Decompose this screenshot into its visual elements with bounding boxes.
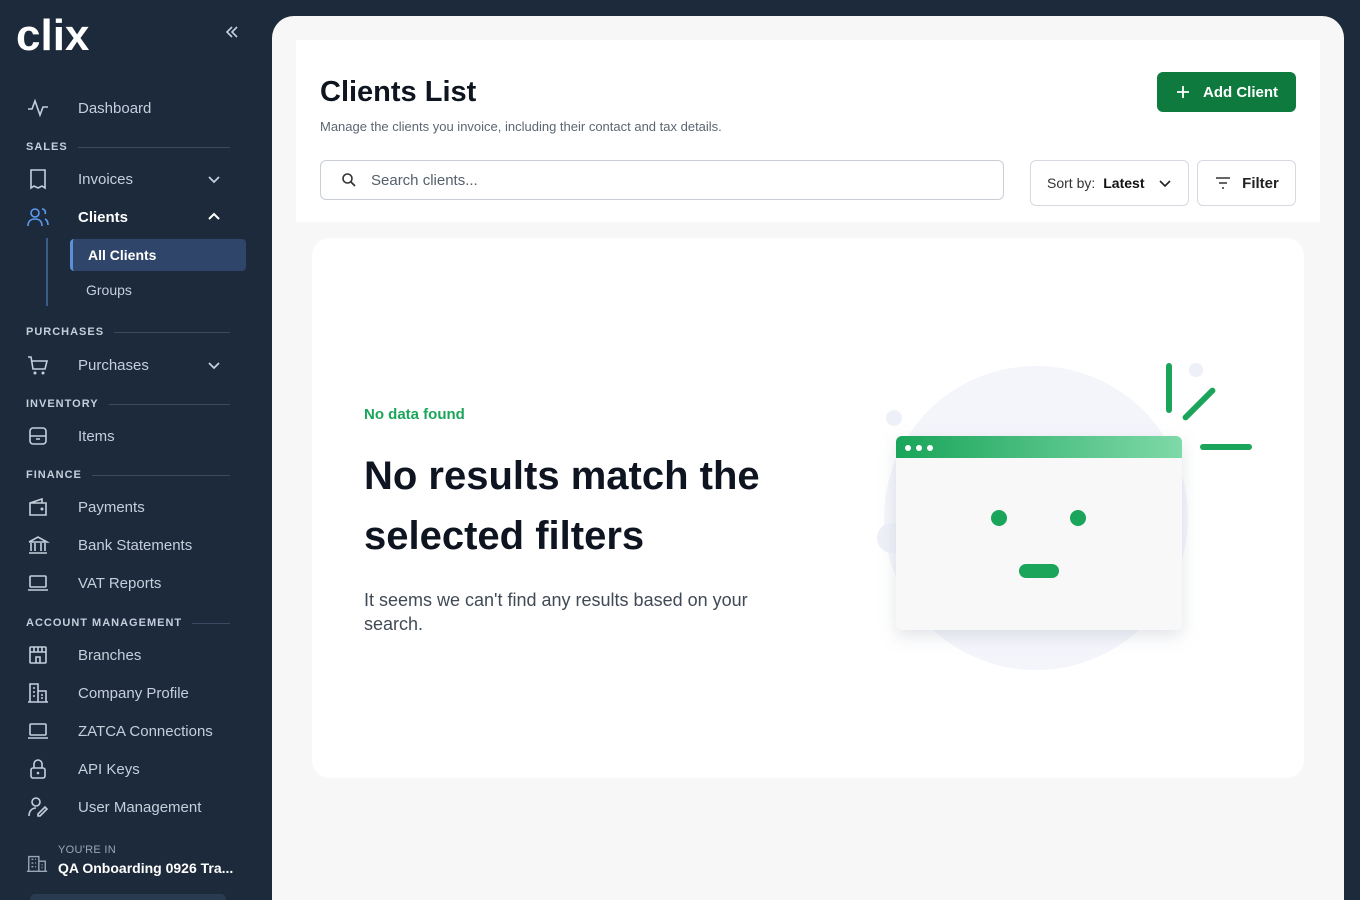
sidebar-item-label: Dashboard <box>78 99 152 117</box>
empty-state: No data found No results match the selec… <box>312 238 1304 778</box>
sidebar-item-branches[interactable]: Branches <box>26 639 234 671</box>
cart-icon <box>26 349 58 381</box>
sidebar-item-label: Bank Statements <box>78 536 193 554</box>
sort-dropdown[interactable]: Sort by: Latest <box>1030 160 1189 206</box>
add-client-button[interactable]: Add Client <box>1157 72 1296 112</box>
sidebar-item-label: Purchases <box>78 356 149 374</box>
sidebar-item-invoices[interactable]: Invoices <box>26 163 234 195</box>
clix-logo: clix <box>16 12 90 54</box>
sidebar-item-label: ZATCA Connections <box>78 722 213 740</box>
sidebar: clix Dashboard SALES Invoices Clients Al… <box>0 0 272 900</box>
section-account-management: ACCOUNT MANAGEMENT <box>26 616 230 630</box>
sidebar-item-clients[interactable]: Clients <box>26 201 234 233</box>
empty-state-description: It seems we can't find any results based… <box>364 590 748 634</box>
sidebar-item-label: Company Profile <box>78 684 189 702</box>
org-action-bar[interactable] <box>30 894 226 900</box>
sidebar-item-payments[interactable]: Payments <box>26 491 234 523</box>
add-client-label: Add Client <box>1203 83 1278 101</box>
sidebar-item-label: Clients <box>78 208 129 226</box>
section-sales: SALES <box>26 140 230 154</box>
box-icon <box>26 420 58 452</box>
submenu-rail <box>46 238 48 306</box>
chevron-up-icon <box>208 212 220 220</box>
chevron-down-icon <box>1159 180 1172 188</box>
empty-state-heading: No results match the selected filters <box>364 454 760 558</box>
empty-state-tag: No data found <box>364 406 465 423</box>
filter-label: Filter <box>1242 174 1279 192</box>
plus-icon <box>1177 86 1189 98</box>
sidebar-subitem-groups[interactable]: Groups <box>70 274 246 306</box>
sidebar-item-label: Payments <box>78 498 145 516</box>
section-inventory: INVENTORY <box>26 397 230 411</box>
page-title: Clients List <box>320 76 477 108</box>
filter-button[interactable]: Filter <box>1197 160 1296 206</box>
building-icon <box>26 855 48 872</box>
sidebar-item-zatca-connections[interactable]: ZATCA Connections <box>26 715 234 747</box>
main-content: Clients List Manage the clients you invo… <box>272 16 1344 900</box>
sidebar-item-label: Branches <box>78 646 142 664</box>
lock-icon <box>26 753 58 785</box>
page-subtitle: Manage the clients you invoice, includin… <box>320 119 722 134</box>
svg-text:clix: clix <box>16 12 90 54</box>
sidebar-subitem-all-clients[interactable]: All Clients <box>70 239 246 271</box>
empty-state-illustration <box>877 363 1252 670</box>
section-purchases: PURCHASES <box>26 325 230 339</box>
org-name: QA Onboarding 0926 Tra... <box>58 860 234 876</box>
sidebar-item-dashboard[interactable]: Dashboard <box>26 92 234 124</box>
sidebar-item-label: API Keys <box>78 760 140 778</box>
wallet-icon <box>26 491 58 523</box>
section-finance: FINANCE <box>26 468 230 482</box>
sidebar-item-user-management[interactable]: User Management <box>26 791 234 823</box>
store-icon <box>26 639 58 671</box>
laptop-icon <box>26 567 58 599</box>
collapse-sidebar-icon[interactable] <box>222 22 242 42</box>
chevron-down-icon <box>208 362 220 370</box>
users-icon <box>26 201 58 233</box>
sort-value: Latest <box>1103 175 1145 191</box>
filter-icon <box>1216 177 1231 189</box>
sidebar-item-label: Items <box>78 427 115 445</box>
search-box[interactable] <box>320 160 1004 200</box>
sidebar-item-label: VAT Reports <box>78 574 162 592</box>
search-input[interactable] <box>371 171 971 189</box>
sidebar-item-api-keys[interactable]: API Keys <box>26 753 234 785</box>
org-caption: YOU'RE IN <box>58 844 116 856</box>
sort-label: Sort by: <box>1047 175 1096 191</box>
sidebar-item-items[interactable]: Items <box>26 420 234 452</box>
search-icon <box>342 173 356 187</box>
page-header: Clients List Manage the clients you invo… <box>296 40 1320 222</box>
organization-switcher[interactable]: YOU'RE IN QA Onboarding 0926 Tra... <box>26 844 266 884</box>
sidebar-item-vat-reports[interactable]: VAT Reports <box>26 567 234 599</box>
activity-icon <box>26 92 58 124</box>
chevron-down-icon <box>208 176 220 184</box>
building-icon <box>26 677 58 709</box>
laptop-icon <box>26 715 58 747</box>
sidebar-item-label: Invoices <box>78 170 134 188</box>
bank-icon <box>26 529 58 561</box>
sidebar-item-bank-statements[interactable]: Bank Statements <box>26 529 234 561</box>
receipt-icon <box>26 163 58 195</box>
sidebar-item-purchases[interactable]: Purchases <box>26 349 234 381</box>
sidebar-item-company-profile[interactable]: Company Profile <box>26 677 234 709</box>
user-edit-icon <box>26 791 58 823</box>
sidebar-item-label: User Management <box>78 798 202 816</box>
